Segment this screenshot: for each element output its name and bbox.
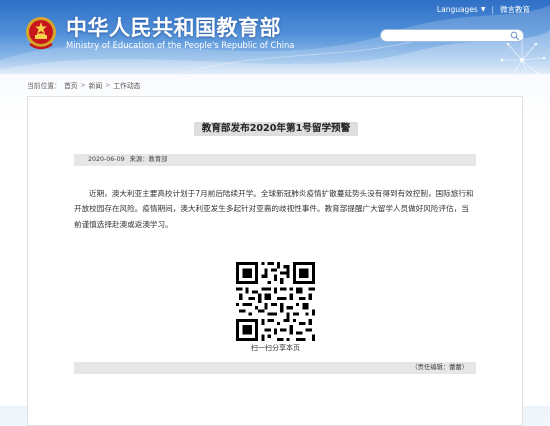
qr-code-icon: [236, 262, 315, 341]
qr-caption: 扫一扫分享本页: [251, 344, 300, 352]
top-links: Languages ▼ | 微言教育: [437, 3, 530, 15]
breadcrumb-item-home[interactable]: 首页: [64, 80, 78, 90]
article-title: 教育部发布2020年第1号留学预警: [194, 122, 358, 136]
site-title-chinese[interactable]: 中华人民共和国教育部: [66, 12, 281, 42]
breadcrumb-item-news[interactable]: 新闻: [89, 80, 103, 90]
article-meta: 2020-06-09 来源：教育部: [74, 154, 476, 166]
dandelion-decoration: [500, 36, 546, 74]
breadcrumb-arrow-icon: >: [105, 81, 111, 89]
search-input[interactable]: [387, 38, 507, 49]
site-header: 中华人民共和国教育部 Ministry of Education of the …: [0, 0, 550, 74]
responsible-editor: （责任编辑：蕾蕾）: [74, 362, 476, 374]
divider: |: [491, 4, 494, 14]
article-body: 近期，澳大利亚主要高校计划于7月前后陆续开学。全球新冠肺炎疫情扩散蔓延势头没有得…: [74, 189, 474, 229]
breadcrumb: 当前位置： 首页 > 新闻 > 工作动态: [27, 80, 140, 91]
breadcrumb-arrow-icon: >: [80, 81, 86, 89]
national-emblem-icon: [26, 17, 56, 50]
article-card: [27, 96, 523, 426]
article-source: 来源：教育部: [129, 156, 168, 163]
mobile-link[interactable]: 微言教育: [500, 4, 530, 15]
languages-link[interactable]: Languages: [437, 5, 478, 14]
breadcrumb-prefix: 当前位置：: [27, 82, 61, 90]
article-date: 2020-06-09: [88, 156, 125, 163]
breadcrumb-item-work-updates[interactable]: 工作动态: [113, 80, 140, 90]
dropdown-arrow-icon[interactable]: ▼: [481, 6, 486, 13]
site-title-english: Ministry of Education of the People's Re…: [66, 40, 295, 50]
